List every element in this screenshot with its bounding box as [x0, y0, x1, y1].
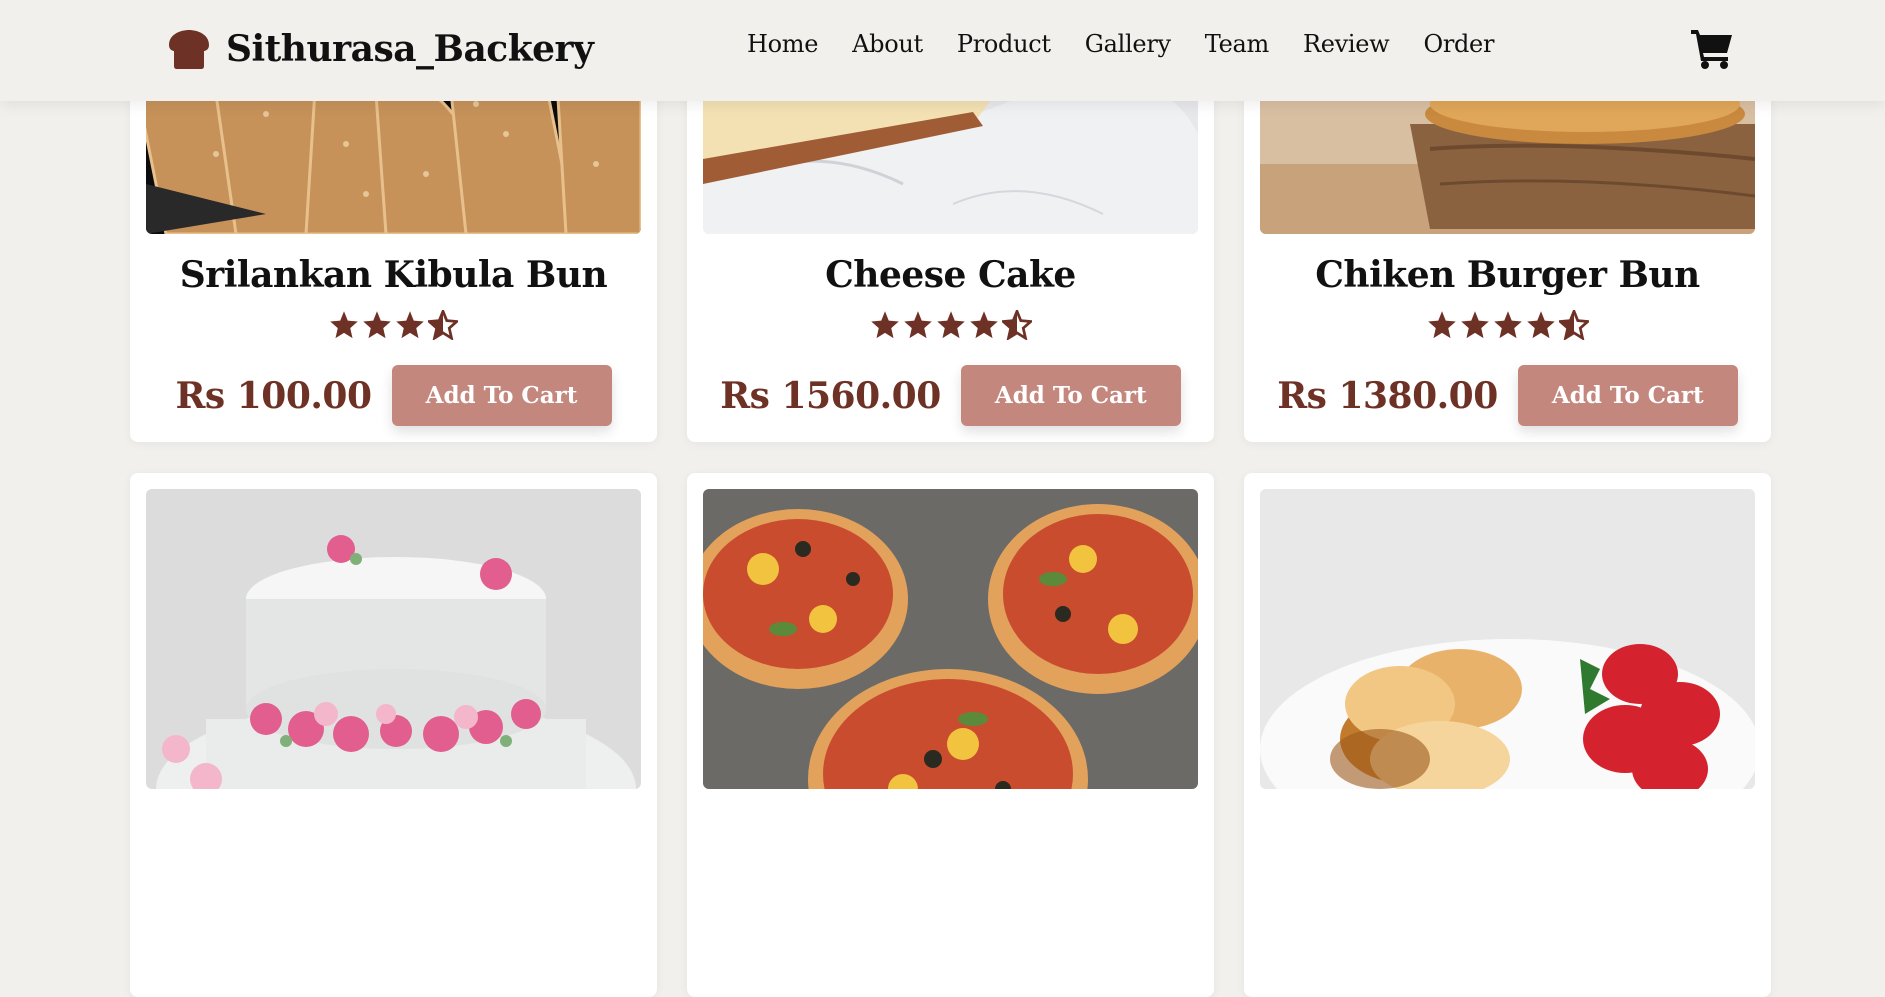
product-grid: Srilankan Kibula Bun Rs 100.00 Add To Ca…	[130, 0, 1771, 997]
pancakes-strawberry-photo	[1260, 489, 1755, 789]
product-price: Rs 1560.00	[720, 374, 941, 417]
product-name: Cheese Cake	[825, 254, 1076, 296]
add-to-cart-button[interactable]: Add To Cart	[391, 365, 612, 426]
star-icon	[1493, 311, 1522, 339]
brand-logo[interactable]: Sithurasa_Backery	[165, 24, 594, 74]
product-card	[687, 473, 1214, 997]
star-icon	[1526, 311, 1555, 339]
add-to-cart-button[interactable]: Add To Cart	[960, 365, 1181, 426]
main-nav: Home About Product Gallery Team Review O…	[747, 30, 1494, 58]
nav-team[interactable]: Team	[1205, 30, 1270, 58]
product-name: Chiken Burger Bun	[1315, 254, 1700, 296]
product-name: Srilankan Kibula Bun	[179, 254, 608, 296]
mini-pizza-photo	[703, 489, 1198, 789]
star-icon	[330, 311, 358, 339]
add-to-cart-button[interactable]: Add To Cart	[1517, 365, 1738, 426]
nav-review[interactable]: Review	[1303, 30, 1390, 58]
star-half-icon	[1001, 310, 1032, 340]
star-icon	[870, 311, 899, 339]
star-half-icon	[428, 310, 458, 340]
cart-icon[interactable]	[1690, 26, 1734, 70]
nav-about[interactable]: About	[852, 30, 923, 58]
bread-icon	[169, 30, 209, 69]
brand-name: Sithurasa_Backery	[226, 28, 594, 70]
birthday-cake-photo	[146, 489, 641, 789]
nav-gallery[interactable]: Gallery	[1085, 30, 1171, 58]
rating-stars	[703, 310, 1198, 342]
star-half-icon	[1558, 310, 1589, 340]
price-row: Rs 100.00 Add To Cart	[146, 365, 641, 426]
star-icon	[363, 311, 391, 339]
price-row: Rs 1560.00 Add To Cart	[703, 365, 1198, 426]
product-price: Rs 1380.00	[1277, 374, 1498, 417]
star-icon	[936, 311, 965, 339]
nav-order[interactable]: Order	[1423, 30, 1494, 58]
rating-stars	[146, 310, 641, 342]
star-icon	[396, 311, 424, 339]
site-header: Sithurasa_Backery Home About Product Gal…	[0, 0, 1885, 101]
price-row: Rs 1380.00 Add To Cart	[1260, 365, 1755, 426]
star-icon	[1460, 311, 1489, 339]
product-card	[1244, 473, 1771, 997]
star-icon	[1427, 311, 1456, 339]
product-price: Rs 100.00	[175, 374, 373, 417]
nav-home[interactable]: Home	[747, 30, 818, 58]
product-card	[130, 473, 657, 997]
star-icon	[903, 311, 932, 339]
rating-stars	[1260, 310, 1755, 342]
star-icon	[969, 311, 998, 339]
nav-product[interactable]: Product	[957, 30, 1051, 58]
